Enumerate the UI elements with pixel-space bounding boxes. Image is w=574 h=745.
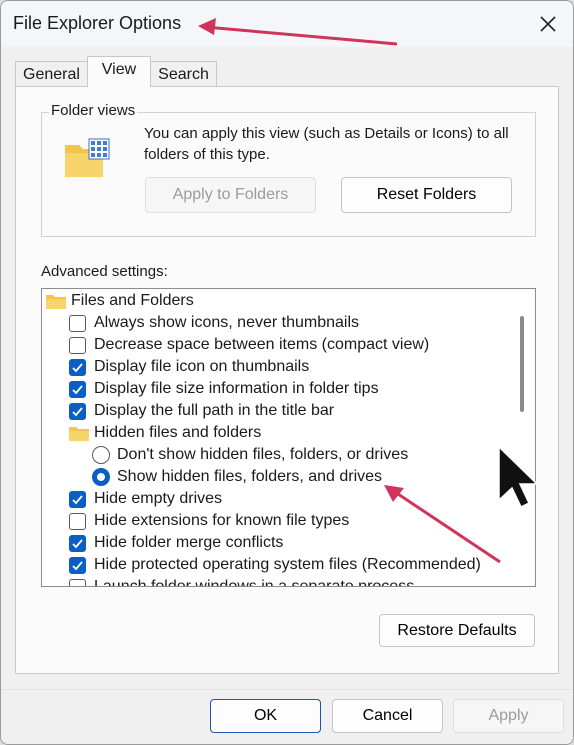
checkmark-icon xyxy=(72,407,83,417)
tab-view[interactable]: View xyxy=(87,56,151,87)
setting-label: Hide empty drives xyxy=(94,490,223,507)
checkbox[interactable] xyxy=(69,337,86,354)
restore-defaults-button[interactable]: Restore Defaults xyxy=(379,614,535,647)
checkmark-icon xyxy=(72,495,83,505)
folder-icon xyxy=(69,427,89,441)
checkbox[interactable] xyxy=(69,513,86,530)
radio-button[interactable] xyxy=(92,446,110,464)
folder-node-label: Hidden files and folders xyxy=(94,424,262,441)
close-button[interactable] xyxy=(533,9,563,39)
checkmark-icon xyxy=(72,561,83,571)
folder-icon xyxy=(46,295,66,309)
folder-node-label: Files and Folders xyxy=(71,292,194,309)
checkmark-icon xyxy=(72,385,83,395)
checkbox-checked[interactable] xyxy=(69,381,86,398)
setting-label: Hide folder merge conflicts xyxy=(94,534,284,551)
setting-label: Hide extensions for known file types xyxy=(94,512,350,529)
radio-button-selected[interactable] xyxy=(92,468,110,486)
checkbox-checked[interactable] xyxy=(69,557,86,574)
option-label: Don't show hidden files, folders, or dri… xyxy=(117,446,409,463)
setting-label: Always show icons, never thumbnails xyxy=(94,314,360,331)
title-bar: File Explorer Options xyxy=(1,1,573,47)
tab-general[interactable]: General xyxy=(15,61,88,87)
setting-label: Hide protected operating system files (R… xyxy=(94,556,481,573)
option-label: Show hidden files, folders, and drives xyxy=(117,468,383,485)
advanced-settings-list[interactable]: Files and Folders Always show icons, nev… xyxy=(41,288,536,587)
close-icon xyxy=(540,16,556,32)
checkbox-checked[interactable] xyxy=(69,403,86,420)
apply-to-folders-button[interactable]: Apply to Folders xyxy=(145,177,316,213)
window-title: File Explorer Options xyxy=(13,13,182,33)
ok-button[interactable]: OK xyxy=(210,699,321,733)
cancel-button[interactable]: Cancel xyxy=(332,699,443,733)
advanced-settings-label: Advanced settings: xyxy=(41,263,168,280)
setting-label: Decrease space between items (compact vi… xyxy=(94,336,430,353)
tab-search[interactable]: Search xyxy=(150,61,217,87)
dialog-window: File Explorer Options General View Searc… xyxy=(0,0,574,745)
reset-folders-button[interactable]: Reset Folders xyxy=(341,177,512,213)
setting-label: Launch folder windows in a separate proc… xyxy=(94,578,415,587)
folder-views-label: Folder views xyxy=(49,102,138,119)
checkbox-checked[interactable] xyxy=(69,491,86,508)
folder-view-icon xyxy=(63,137,111,186)
checkmark-icon xyxy=(72,539,83,549)
setting-label: Display file icon on thumbnails xyxy=(94,358,310,375)
checkbox[interactable] xyxy=(69,315,86,332)
checkbox-checked[interactable] xyxy=(69,535,86,552)
setting-label: Display the full path in the title bar xyxy=(94,402,335,419)
checkbox[interactable] xyxy=(69,579,86,586)
scrollbar-thumb[interactable] xyxy=(520,316,524,412)
checkbox-checked[interactable] xyxy=(69,359,86,376)
checkmark-icon xyxy=(72,363,83,373)
setting-label: Display file size information in folder … xyxy=(94,380,379,397)
folder-views-description: You can apply this view (such as Details… xyxy=(144,125,509,163)
apply-button[interactable]: Apply xyxy=(453,699,564,733)
